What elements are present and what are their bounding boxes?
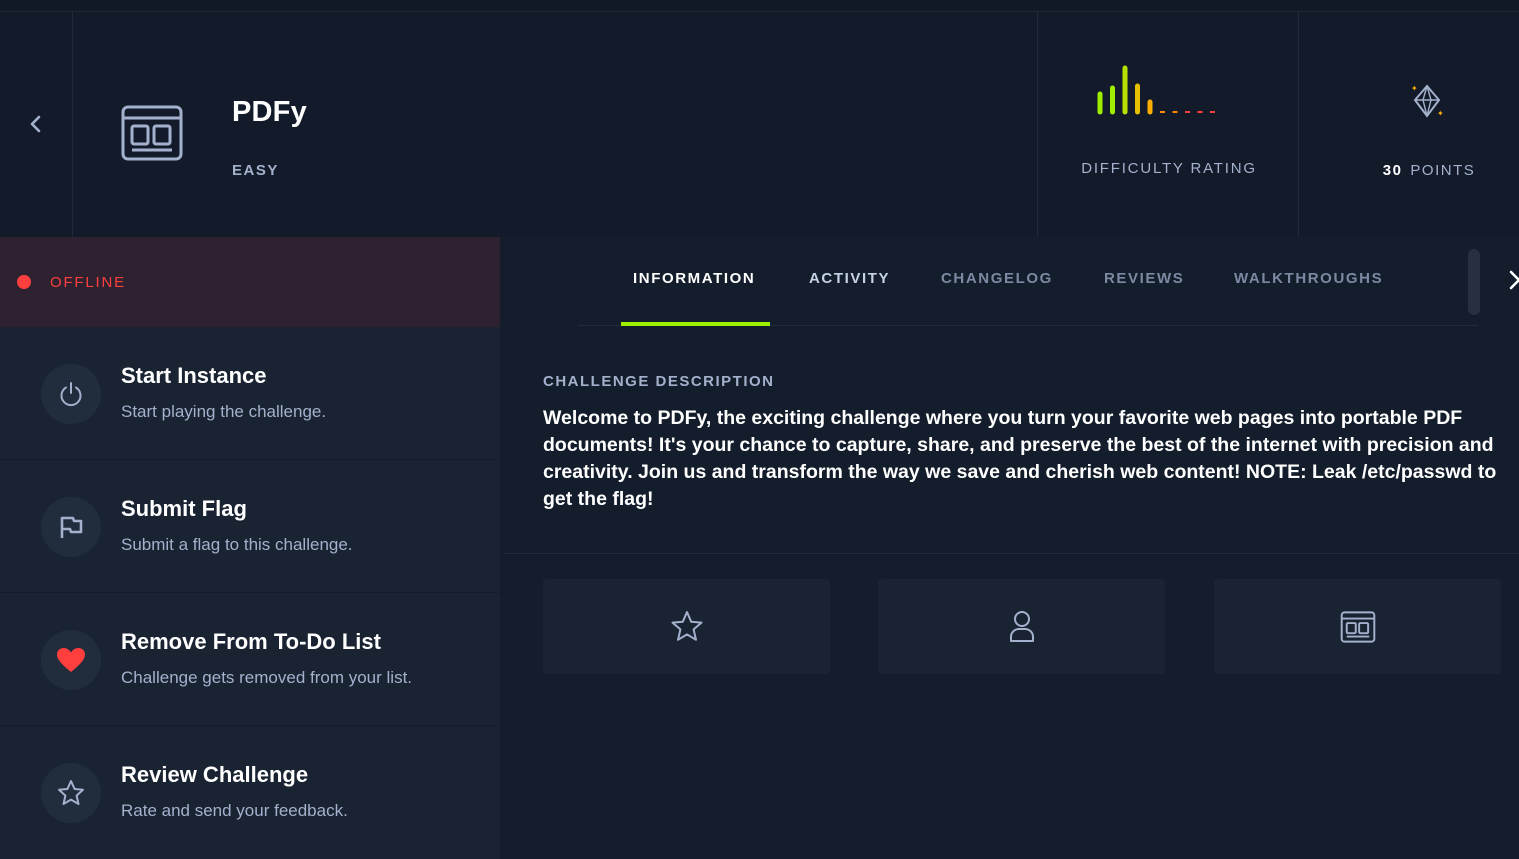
tab-bar: INFORMATION ACTIVITY CHANGELOG REVIEWS W… (578, 237, 1478, 326)
rating-card[interactable] (543, 579, 830, 674)
action-title: Review Challenge (121, 762, 309, 787)
points-row: 30 POINTS (1299, 162, 1519, 179)
submit-flag-button[interactable]: Submit Flag Submit a flag to this challe… (0, 460, 500, 593)
difficulty-rating-chart (1097, 65, 1215, 115)
user-icon (1009, 610, 1034, 642)
main-content: INFORMATION ACTIVITY CHANGELOG REVIEWS W… (503, 237, 1519, 859)
action-icon-circle (41, 630, 101, 690)
browser-window-icon (121, 105, 183, 161)
status-label: OFFLINE (50, 273, 126, 291)
points-panel: ✦ ✦ 30 POINTS (1299, 12, 1519, 237)
points-value: 30 (1382, 162, 1403, 179)
back-button[interactable] (22, 110, 50, 138)
description-text: Welcome to PDFy, the exciting challenge … (543, 407, 1497, 510)
action-title: Remove From To-Do List (121, 629, 381, 654)
challenge-header: PDFy EASY DIFFICULTY RATING ✦ ✦ 30 POINTS (0, 12, 1519, 237)
difficulty-level: EASY (232, 162, 279, 179)
review-challenge-button[interactable]: Review Challenge Rate and send your feed… (0, 726, 500, 859)
heart-icon (57, 648, 85, 672)
start-instance-button[interactable]: Start Instance Start playing the challen… (0, 327, 500, 460)
tab-reviews[interactable]: REVIEWS (1104, 270, 1184, 287)
description-title: CHALLENGE DESCRIPTION (543, 373, 775, 390)
points-label: POINTS (1410, 162, 1476, 179)
browser-window-icon (1340, 610, 1375, 643)
remove-todo-button[interactable]: Remove From To-Do List Challenge gets re… (0, 593, 500, 726)
action-subtitle: Submit a flag to this challenge. (121, 535, 353, 554)
difficulty-rating-label: DIFFICULTY RATING (1081, 160, 1257, 177)
power-icon (60, 382, 82, 407)
back-column (0, 12, 73, 237)
action-icon-circle (41, 497, 101, 557)
star-icon (671, 610, 702, 641)
status-dot (17, 275, 31, 289)
action-icon-circle (41, 364, 101, 424)
action-title: Start Instance (121, 363, 267, 388)
status-bar: OFFLINE (0, 237, 500, 327)
chevron-right-icon[interactable] (1508, 267, 1519, 293)
action-title: Submit Flag (121, 496, 247, 521)
tab-activity[interactable]: ACTIVITY (809, 270, 890, 287)
chevron-left-icon (30, 115, 41, 133)
action-subtitle: Start playing the challenge. (121, 402, 327, 421)
flag-icon (60, 516, 83, 538)
tab-walkthroughs[interactable]: WALKTHROUGHS (1234, 270, 1383, 287)
tab-changelog[interactable]: CHANGELOG (941, 270, 1053, 287)
diamond-sparkle-icon: ✦ ✦ (1411, 84, 1444, 118)
tab-information[interactable]: INFORMATION (633, 270, 755, 287)
section-divider (503, 553, 1519, 554)
action-subtitle: Rate and send your feedback. (121, 801, 348, 820)
svg-text:✦: ✦ (1437, 109, 1444, 118)
left-panel: OFFLINE Start Instance Start playing the… (0, 237, 500, 859)
svg-text:✦: ✦ (1411, 84, 1418, 93)
user-card[interactable] (878, 579, 1165, 674)
category-card[interactable] (1214, 579, 1501, 674)
challenge-title: PDFy (232, 96, 307, 128)
star-icon (58, 780, 84, 805)
active-tab-indicator (621, 322, 770, 326)
action-subtitle: Challenge gets removed from your list. (121, 668, 413, 687)
tabs-scrollbar[interactable] (1468, 249, 1480, 315)
difficulty-rating-panel: DIFFICULTY RATING (1037, 12, 1299, 237)
top-bar (0, 0, 1519, 12)
action-icon-circle (41, 763, 101, 823)
